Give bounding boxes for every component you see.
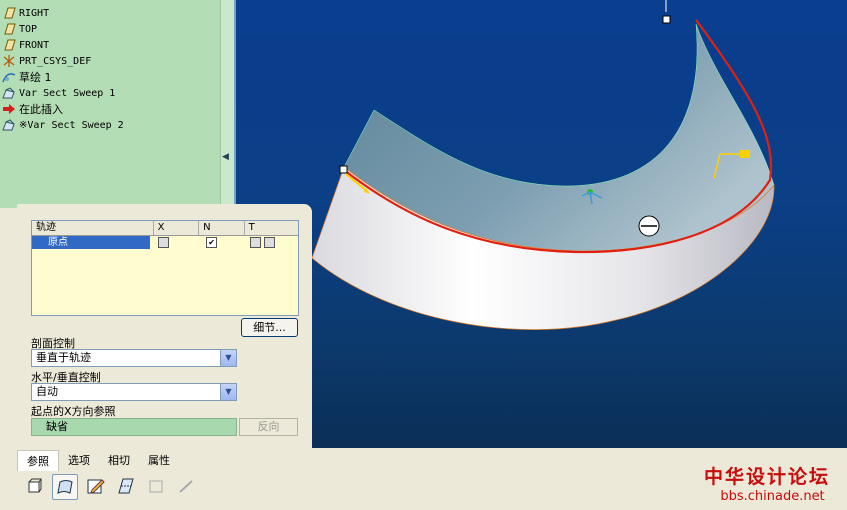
tree-item-sketch[interactable]: 草绘 1 xyxy=(2,69,52,85)
model-tree: RIGHT TOP FRONT PRT_CSYS_DEF 草绘 1 Var Se… xyxy=(0,0,220,208)
table-row[interactable]: 原点 ✔ xyxy=(32,236,298,249)
collapse-panel-icon[interactable]: ◀ xyxy=(222,152,229,162)
t-checkbox-cell[interactable] xyxy=(246,236,298,249)
x-direction-reference-field[interactable]: 缺省 xyxy=(31,418,237,436)
watermark-title: 中华设计论坛 xyxy=(704,466,831,488)
tab-references[interactable]: 参照 xyxy=(17,450,59,471)
tree-item-csys[interactable]: PRT_CSYS_DEF xyxy=(2,53,91,69)
n-checkbox[interactable]: ✔ xyxy=(206,236,218,248)
tree-item-insert-here[interactable]: 在此插入 xyxy=(2,101,63,117)
tree-scrollbar[interactable] xyxy=(220,0,235,208)
chevron-down-icon[interactable]: ▼ xyxy=(220,350,236,366)
tree-item-label: 草绘 1 xyxy=(19,71,52,84)
dashboard-toolbar xyxy=(22,474,198,500)
tree-item-front[interactable]: FRONT xyxy=(2,37,49,53)
tree-item-label: FRONT xyxy=(19,39,50,51)
sweep-model xyxy=(311,0,775,330)
x-checkbox[interactable] xyxy=(158,236,170,248)
tree-item-label: ※Var Sect Sweep 2 xyxy=(19,119,124,131)
column-header-t[interactable]: T xyxy=(245,221,298,235)
tree-item-top[interactable]: TOP xyxy=(2,21,37,37)
section-control-value: 垂直于轨迹 xyxy=(36,351,91,364)
x-checkbox-cell[interactable] xyxy=(150,236,198,249)
start-point-handle xyxy=(662,15,671,24)
tree-item-label: TOP xyxy=(19,23,38,35)
tab-properties[interactable]: 属性 xyxy=(139,450,179,470)
csys-icon xyxy=(2,55,16,67)
watermark-url: bbs.chinade.net xyxy=(720,489,825,504)
tree-item-right[interactable]: RIGHT xyxy=(2,5,49,21)
insert-here-arrow-icon xyxy=(2,103,16,115)
tree-item-label: RIGHT xyxy=(19,7,50,19)
datum-plane-icon xyxy=(2,7,16,19)
remove-material-icon[interactable] xyxy=(144,474,168,498)
section-control-select[interactable]: 垂直于轨迹 ▼ xyxy=(31,349,237,367)
origin-marker-icon xyxy=(740,150,750,158)
hv-control-select[interactable]: 自动 ▼ xyxy=(31,383,237,401)
trajectory-table-header: 轨迹 X N T xyxy=(32,221,298,236)
tree-item-label: PRT_CSYS_DEF xyxy=(19,55,92,67)
t-checkbox-secondary[interactable] xyxy=(263,236,275,248)
chevron-down-icon[interactable]: ▼ xyxy=(220,384,236,400)
datum-plane-icon xyxy=(2,39,16,51)
t-checkbox[interactable] xyxy=(249,236,261,248)
n-checkbox-cell[interactable]: ✔ xyxy=(198,236,246,249)
column-header-n[interactable]: N xyxy=(199,221,245,235)
column-header-x[interactable]: X xyxy=(154,221,200,235)
trajectory-table: 轨迹 X N T 原点 ✔ xyxy=(31,220,299,316)
tree-item-label: Var Sect Sweep 1 xyxy=(19,87,116,99)
tab-options[interactable]: 选项 xyxy=(59,450,99,470)
end-point-handle xyxy=(339,165,348,174)
surface-icon[interactable] xyxy=(52,474,78,500)
sweep-icon xyxy=(2,119,16,131)
sketch-edit-icon[interactable] xyxy=(84,474,108,498)
section-icon[interactable] xyxy=(114,474,138,498)
flip-button[interactable]: 反向 xyxy=(239,418,298,436)
references-panel: 轨迹 X N T 原点 ✔ 细节... 剖面控制 垂直于轨迹 ▼ 水平/垂直控制… xyxy=(17,204,312,448)
x-direction-label: 起点的X方向参照 xyxy=(31,405,116,418)
tree-item-sweep-1[interactable]: Var Sect Sweep 1 xyxy=(2,85,115,101)
dashboard-tabs: 参照 选项 相切 属性 xyxy=(17,450,179,472)
tree-item-sweep-2[interactable]: ※Var Sect Sweep 2 xyxy=(2,117,124,133)
tab-tangency[interactable]: 相切 xyxy=(99,450,139,470)
graphics-viewport[interactable] xyxy=(236,0,847,448)
thicken-icon[interactable] xyxy=(174,474,198,498)
sweep-icon xyxy=(2,87,16,99)
tree-item-label: 在此插入 xyxy=(19,103,63,116)
details-button[interactable]: 细节... xyxy=(241,318,298,337)
column-header-trajectory[interactable]: 轨迹 xyxy=(32,221,154,235)
datum-plane-icon xyxy=(2,23,16,35)
solid-icon[interactable] xyxy=(22,474,46,498)
watermark-logo: 中华设计论坛 bbs.chinade.net xyxy=(704,462,841,506)
sketch-icon xyxy=(2,71,16,83)
hv-control-value: 自动 xyxy=(36,385,58,398)
trajectory-name-cell[interactable]: 原点 xyxy=(32,236,151,249)
x-direction-value: 缺省 xyxy=(46,420,68,433)
